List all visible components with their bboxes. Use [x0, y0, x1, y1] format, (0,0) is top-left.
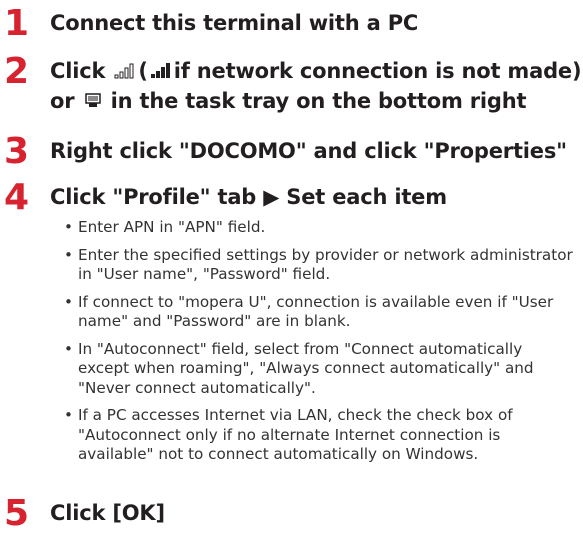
- step-number: 3: [4, 131, 30, 172]
- step-title: Click "Profile" tab ▶ Set each item: [50, 185, 447, 209]
- step-title-text: (: [138, 59, 148, 83]
- signal-icon: [114, 57, 136, 87]
- step-number: 4: [4, 177, 30, 218]
- step-title-text: Click: [50, 59, 106, 83]
- step-title-line2: or in the task tray on the bottom right: [50, 86, 579, 117]
- step-title: Click ( if network connection is not mad…: [50, 56, 582, 87]
- step-number: 1: [4, 3, 30, 44]
- settings-list: Enter APN in "APN" field. Enter the spec…: [64, 218, 575, 473]
- step-title: Click [OK]: [50, 501, 165, 525]
- list-item: Enter APN in "APN" field.: [64, 218, 575, 238]
- step-number: 2: [4, 51, 30, 92]
- step-title: Connect this terminal with a PC: [50, 11, 419, 35]
- step-title: Right click "DOCOMO" and click "Properti…: [50, 139, 567, 163]
- list-item: If connect to "mopera U", connection is …: [64, 293, 575, 332]
- step-number: 5: [4, 493, 30, 534]
- signal-no-connection-icon: [150, 57, 172, 87]
- step-title-text: if network connection is not made): [173, 59, 582, 83]
- list-item: If a PC accesses Internet via LAN, check…: [64, 406, 575, 465]
- list-item: In "Autoconnect" field, select from "Con…: [64, 340, 575, 399]
- step-title-text: in the task tray on the bottom right: [110, 89, 527, 113]
- step-title-text: or: [50, 89, 75, 113]
- list-item: Enter the specified settings by provider…: [64, 246, 575, 285]
- device-icon: [84, 87, 102, 117]
